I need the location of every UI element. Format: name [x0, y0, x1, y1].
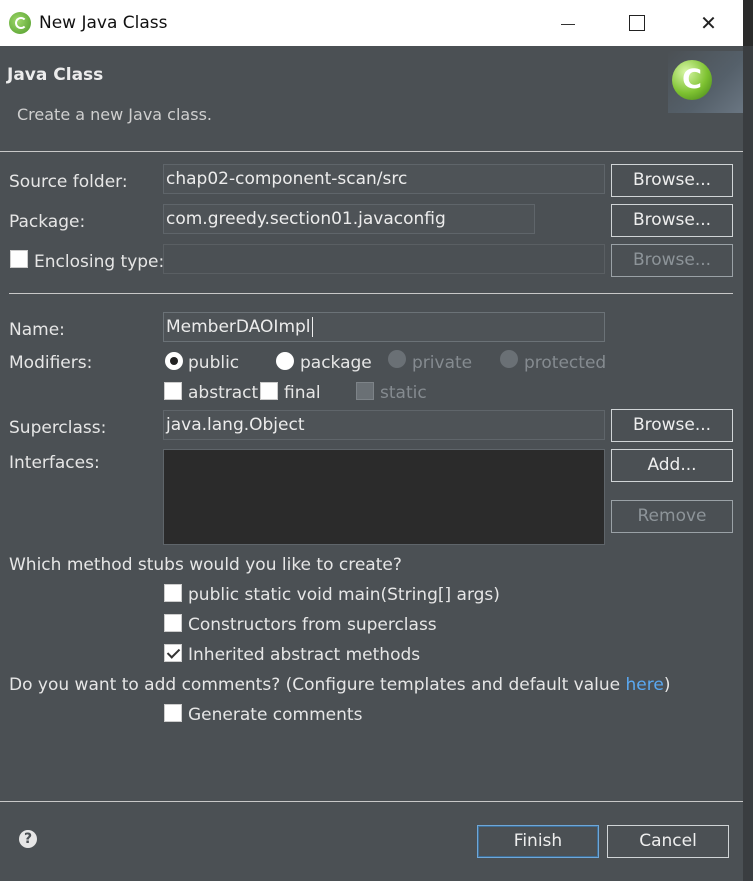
modifier-public-radio[interactable] [165, 352, 183, 370]
modifier-package-label: package [300, 353, 372, 373]
window-edge-top [743, 0, 753, 46]
stub-main-label: public static void main(String[] args) [188, 585, 500, 605]
enclosing-type-field [163, 244, 605, 274]
remove-label: Remove [637, 506, 707, 526]
source-folder-browse-button[interactable]: Browse... [611, 164, 733, 197]
minimize-icon [560, 24, 575, 25]
maximize-button[interactable] [614, 0, 659, 46]
comments-question: Do you want to add comments? (Configure … [9, 675, 670, 695]
browse-label: Browse... [632, 170, 712, 190]
browse-label: Browse... [632, 210, 712, 230]
stub-main-checkbox[interactable] [164, 584, 182, 602]
modifier-abstract-checkbox[interactable] [164, 382, 182, 400]
source-folder-field[interactable]: chap02-component-scan/src [163, 164, 605, 194]
package-field[interactable]: com.greedy.section01.javaconfig [163, 204, 535, 234]
finish-button[interactable]: Finish [477, 825, 599, 858]
interfaces-list[interactable] [163, 449, 605, 545]
window-titlebar: New Java Class ✕ [0, 0, 743, 46]
superclass-label: Superclass: [9, 418, 107, 438]
interfaces-add-button[interactable]: Add... [611, 449, 733, 482]
enclosing-type-browse-button: Browse... [611, 244, 733, 277]
close-icon: ✕ [700, 11, 717, 35]
minimize-button[interactable] [545, 0, 590, 46]
wizard-description: Create a new Java class. [17, 105, 212, 124]
comments-question-suffix: ) [663, 675, 671, 695]
superclass-field[interactable]: java.lang.Object [163, 410, 605, 440]
window-title: New Java Class [39, 13, 168, 33]
modifier-final-checkbox[interactable] [260, 382, 278, 400]
interfaces-label: Interfaces: [9, 453, 100, 473]
footer-separator [0, 801, 743, 802]
browse-label: Browse... [632, 250, 712, 270]
name-field[interactable]: MemberDAOImpl [163, 312, 605, 342]
browse-label: Browse... [632, 415, 712, 435]
modifier-private-label: private [412, 353, 473, 373]
java-class-icon: C [672, 60, 712, 100]
stub-inherited-checkbox[interactable] [164, 644, 182, 662]
close-button[interactable]: ✕ [686, 0, 731, 46]
cancel-label: Cancel [639, 831, 697, 851]
window-edge [743, 0, 753, 881]
modifier-abstract-label: abstract [188, 383, 259, 403]
banner-separator [0, 151, 743, 152]
stub-inherited-label: Inherited abstract methods [188, 645, 421, 665]
method-stubs-question: Which method stubs would you like to cre… [9, 555, 402, 575]
spring-app-icon [9, 12, 31, 34]
name-label: Name: [9, 320, 65, 340]
modifiers-label: Modifiers: [9, 353, 93, 373]
text-caret [311, 317, 313, 337]
wizard-banner: Java Class Create a new Java class. C [0, 46, 743, 151]
enclosing-type-checkbox[interactable] [10, 250, 28, 268]
wizard-title: Java Class [7, 65, 104, 85]
finish-label: Finish [513, 831, 563, 851]
modifier-protected-radio [500, 350, 518, 368]
help-icon[interactable]: ? [19, 830, 37, 848]
name-value: MemberDAOImpl [166, 317, 311, 337]
generate-comments-label: Generate comments [188, 705, 363, 725]
enclosing-type-label: Enclosing type: [34, 252, 165, 272]
package-browse-button[interactable]: Browse... [611, 204, 733, 237]
modifier-protected-label: protected [524, 353, 607, 373]
section-separator [9, 293, 733, 294]
comments-question-text: Do you want to add comments? (Configure … [9, 675, 626, 695]
modifier-public-label: public [188, 353, 240, 373]
stub-constructors-checkbox[interactable] [164, 614, 182, 632]
superclass-browse-button[interactable]: Browse... [611, 409, 733, 442]
stub-constructors-label: Constructors from superclass [188, 615, 437, 635]
maximize-icon [628, 14, 645, 31]
source-folder-label: Source folder: [9, 172, 128, 192]
interfaces-remove-button: Remove [611, 500, 733, 533]
modifier-static-checkbox [356, 382, 374, 400]
modifier-package-radio[interactable] [276, 352, 294, 370]
modifier-final-label: final [284, 383, 321, 403]
modifier-private-radio [388, 350, 406, 368]
generate-comments-checkbox[interactable] [164, 704, 182, 722]
configure-templates-link[interactable]: here [626, 675, 664, 695]
modifier-static-label: static [380, 383, 427, 403]
package-label: Package: [9, 212, 86, 232]
add-label: Add... [647, 455, 697, 475]
cancel-button[interactable]: Cancel [607, 825, 729, 858]
